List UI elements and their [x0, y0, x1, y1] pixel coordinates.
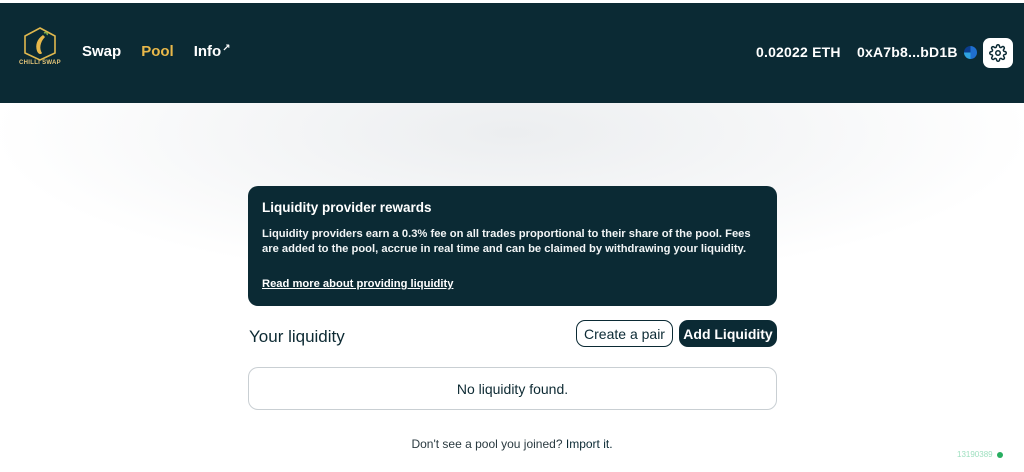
sync-status-icon — [996, 451, 1003, 458]
main-nav: Swap Pool Info↗ — [82, 43, 231, 60]
nav-info-label: Info — [193, 43, 222, 60]
create-pair-button[interactable]: Create a pair — [576, 320, 673, 347]
block-number-indicator[interactable]: 13190389 — [957, 450, 1003, 459]
rewards-info-card: Liquidity provider rewards Liquidity pro… — [248, 186, 777, 306]
empty-state-text: No liquidity found. — [456, 380, 569, 397]
read-more-link[interactable]: Read more about providing liquidity — [262, 278, 453, 290]
rewards-title: Liquidity provider rewards — [262, 200, 432, 215]
eth-balance: 0.02022 ETH — [756, 44, 841, 60]
account-avatar-icon — [963, 45, 977, 59]
import-pool-prompt: Don't see a pool you joined? Import it. — [0, 437, 1024, 451]
block-number: 13190389 — [957, 450, 993, 459]
add-liquidity-button[interactable]: Add Liquidity — [679, 320, 777, 347]
liquidity-empty-state: No liquidity found. — [248, 367, 777, 410]
import-prompt-text: Don't see a pool you joined? — [411, 437, 563, 451]
chilli-swap-logo[interactable] — [18, 27, 62, 73]
logo-text: CHILLI SWAP — [19, 60, 61, 66]
nav-pool[interactable]: Pool — [141, 43, 174, 60]
account-button[interactable]: 0xA7b8...bD1B — [857, 44, 977, 60]
nav-swap[interactable]: Swap — [82, 43, 121, 60]
app-header: CHILLI SWAP Swap Pool Info↗ 0.02022 ETH … — [0, 3, 1024, 103]
your-liquidity-heading: Your liquidity — [249, 327, 345, 346]
nav-info[interactable]: Info↗ — [194, 43, 231, 60]
external-link-icon: ↗ — [222, 43, 231, 54]
import-pool-link[interactable]: Import it. — [566, 437, 613, 451]
rewards-body: Liquidity providers earn a 0.3% fee on a… — [262, 228, 751, 255]
gear-icon — [989, 44, 1007, 62]
account-address: 0xA7b8...bD1B — [857, 44, 958, 60]
settings-button[interactable] — [983, 38, 1013, 68]
